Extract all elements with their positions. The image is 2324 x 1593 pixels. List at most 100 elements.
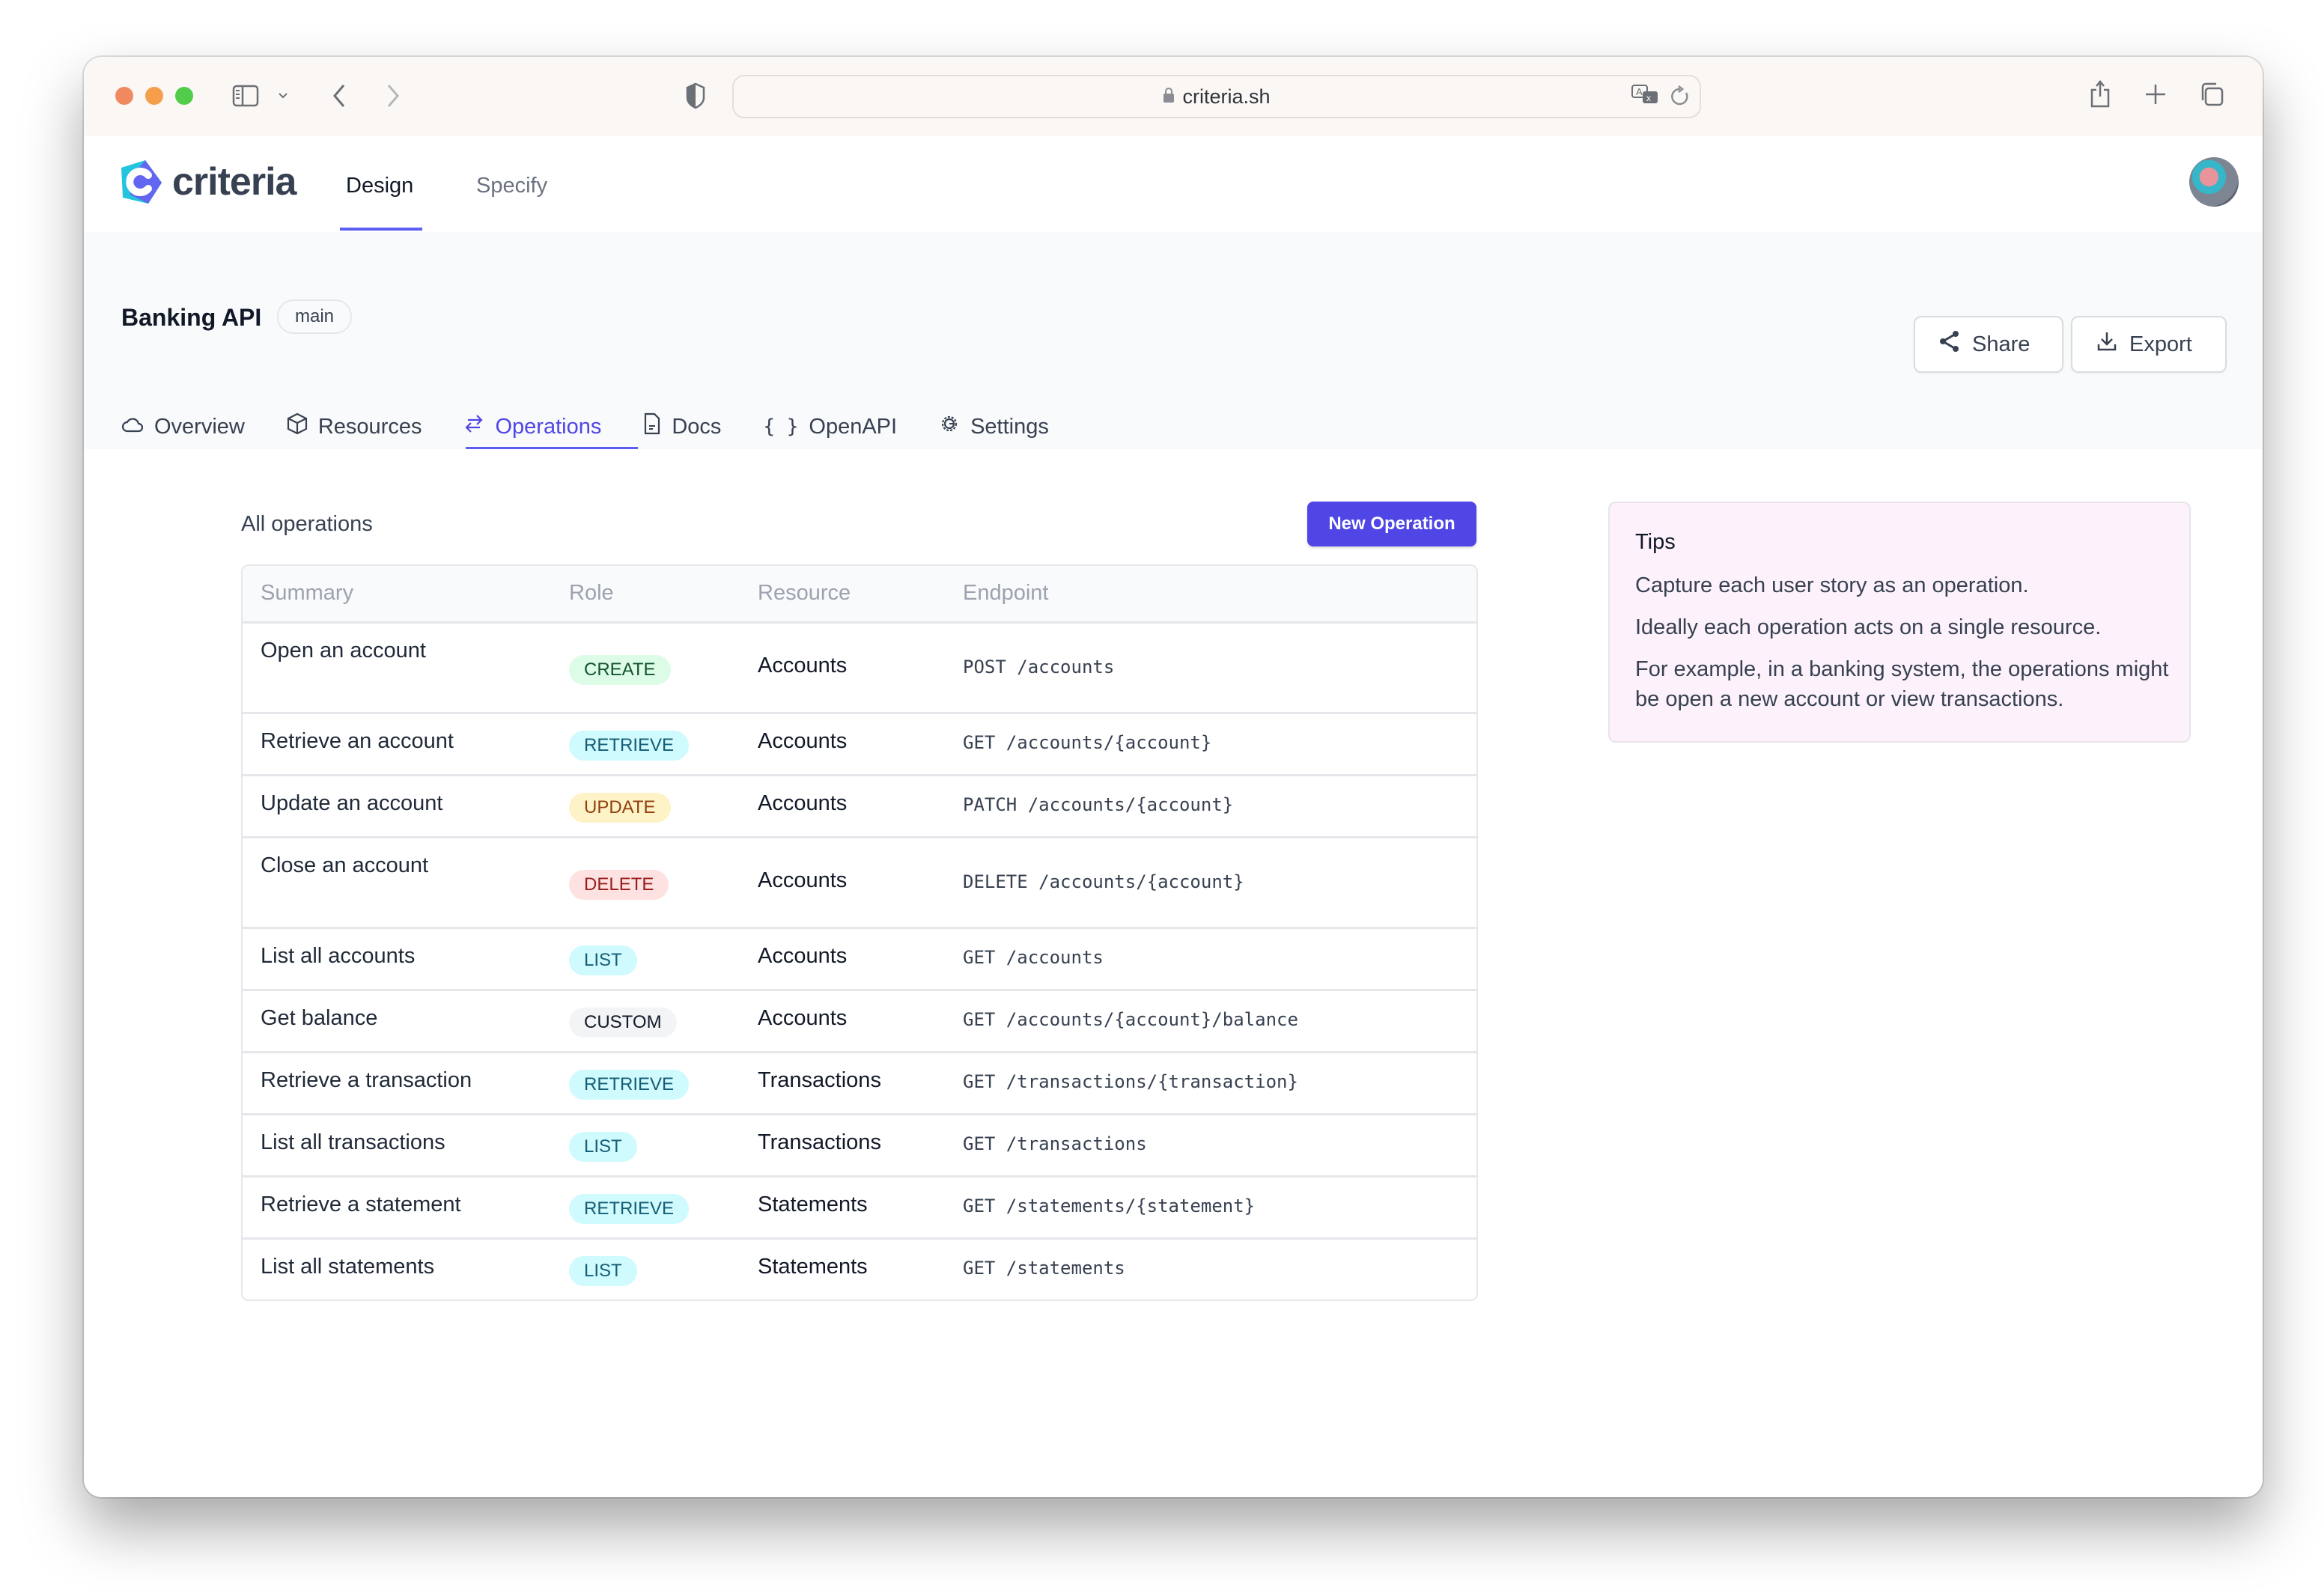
branch-badge[interactable]: main	[277, 299, 353, 334]
address-bar[interactable]: criteria.sh Ax	[732, 75, 1701, 118]
column-header-resource[interactable]: Resource	[758, 581, 851, 606]
gear-icon	[939, 413, 960, 440]
role-badge: DELETE	[569, 870, 669, 900]
operation-summary: List all accounts	[261, 944, 416, 968]
operation-summary: Open an account	[261, 639, 426, 663]
role-cell: UPDATE	[569, 793, 671, 823]
arrows-exchange-icon	[463, 413, 484, 440]
resource-name: Accounts	[758, 791, 848, 815]
role-badge: CREATE	[569, 655, 671, 685]
criteria-logo[interactable]: criteria	[115, 157, 296, 207]
endpoint-path: GET /transactions	[963, 1133, 1147, 1154]
tab-operations[interactable]: Operations	[463, 404, 601, 449]
table-row[interactable]: Retrieve an account RETRIEVE Accounts GET /…	[243, 714, 1476, 776]
back-icon[interactable]	[328, 79, 350, 112]
resource-name: Accounts	[758, 944, 848, 968]
role-cell: LIST	[569, 1256, 637, 1286]
tip-paragraph: For example, in a banking system, the op…	[1635, 657, 2169, 711]
endpoint-path: GET /statements/{statement}	[963, 1195, 1256, 1216]
share-button[interactable]: Share	[1914, 316, 2063, 373]
operation-summary: Get balance	[261, 1006, 378, 1030]
table-row[interactable]: Update an account UPDATE Accounts PATCH /ac…	[243, 776, 1476, 838]
tab-resources[interactable]: Resources	[287, 404, 422, 449]
nav-tab-design[interactable]: Design	[346, 174, 413, 198]
minimize-window-button[interactable]	[145, 87, 163, 105]
table-row[interactable]: Open an account CREATE Accounts POST /accou…	[243, 624, 1476, 714]
project-header: Banking API main Share Export Overview R…	[84, 232, 2263, 451]
tip-paragraph: Ideally each operation acts on a single …	[1635, 615, 2102, 639]
tab-overview[interactable]: Overview	[121, 404, 245, 449]
operation-summary: Update an account	[261, 791, 443, 815]
active-nav-indicator	[340, 228, 422, 231]
cube-icon	[287, 412, 308, 441]
braces-icon: { }	[763, 415, 799, 438]
user-avatar[interactable]	[2189, 157, 2239, 207]
role-badge: LIST	[569, 1132, 637, 1162]
column-header-role[interactable]: Role	[569, 581, 614, 606]
project-title: Banking API	[121, 304, 262, 331]
role-cell: RETRIEVE	[569, 1070, 690, 1100]
endpoint-path: GET /transactions/{transaction}	[963, 1071, 1298, 1092]
tabs-icon[interactable]	[2197, 78, 2227, 111]
role-badge: LIST	[569, 1256, 637, 1286]
table-row[interactable]: Retrieve a transaction RETRIEVE Transactio…	[243, 1053, 1476, 1115]
operation-summary: List all statements	[261, 1255, 435, 1279]
column-header-endpoint[interactable]: Endpoint	[963, 581, 1049, 606]
operations-table: Summary Role Resource Endpoint Open an a…	[241, 564, 1478, 1301]
tips-panel: Tips Capture each user story as an opera…	[1608, 502, 2191, 743]
sidebar-icon[interactable]	[231, 81, 261, 111]
close-window-button[interactable]	[115, 87, 133, 105]
browser-toolbar: criteria.sh Ax	[84, 57, 2263, 138]
operation-summary: List all transactions	[261, 1130, 445, 1154]
translate-icon[interactable]: Ax	[1631, 84, 1661, 115]
url-text: criteria.sh	[1182, 85, 1271, 108]
column-header-summary[interactable]: Summary	[261, 581, 353, 606]
resource-name: Accounts	[758, 1006, 848, 1030]
svg-text:x: x	[1646, 93, 1651, 103]
criteria-logo-icon	[121, 160, 162, 204]
cloud-icon	[121, 415, 144, 439]
role-cell: DELETE	[569, 870, 669, 900]
role-cell: LIST	[569, 1132, 637, 1162]
role-badge: UPDATE	[569, 793, 671, 823]
table-row[interactable]: Close an account DELETE Accounts DELETE /ac…	[243, 838, 1476, 929]
table-row[interactable]: List all transactions LIST Transactions GET…	[243, 1115, 1476, 1178]
share-icon[interactable]	[2087, 76, 2113, 111]
resource-name: Accounts	[758, 729, 848, 753]
tab-openapi[interactable]: { } OpenAPI	[763, 404, 897, 449]
logo-text: criteria	[172, 160, 296, 204]
endpoint-path: GET /accounts/{account}	[963, 732, 1212, 753]
new-tab-icon[interactable]	[2143, 79, 2168, 109]
operation-summary: Close an account	[261, 853, 429, 877]
resource-name: Transactions	[758, 1130, 881, 1154]
reload-icon[interactable]	[1670, 85, 1691, 113]
share-label: Share	[1972, 332, 2031, 356]
table-row[interactable]: Get balance CUSTOM Accounts GET /accounts/{…	[243, 991, 1476, 1053]
new-operation-button[interactable]: New Operation	[1307, 502, 1476, 546]
role-cell: CUSTOM	[569, 1008, 677, 1038]
table-row[interactable]: List all statements LIST Statements GET /st…	[243, 1240, 1476, 1300]
role-cell: RETRIEVE	[569, 731, 690, 761]
tab-label: Docs	[672, 414, 722, 439]
endpoint-path: GET /accounts/{account}/balance	[963, 1009, 1298, 1030]
tab-label: Overview	[154, 414, 245, 439]
table-row[interactable]: List all accounts LIST Accounts GET /accoun…	[243, 929, 1476, 991]
role-badge: LIST	[569, 945, 637, 975]
nav-tab-specify[interactable]: Specify	[476, 174, 547, 198]
export-label: Export	[2129, 332, 2192, 356]
chevron-down-icon[interactable]	[276, 87, 290, 105]
resource-name: Statements	[758, 1193, 868, 1216]
export-button[interactable]: Export	[2071, 316, 2227, 373]
tab-settings[interactable]: Settings	[939, 404, 1049, 449]
table-body: Open an account CREATE Accounts POST /accou…	[243, 624, 1476, 1300]
role-badge: RETRIEVE	[569, 1070, 690, 1100]
maximize-window-button[interactable]	[175, 87, 193, 105]
shield-icon[interactable]	[683, 79, 708, 112]
forward-icon[interactable]	[382, 79, 404, 112]
operation-summary: Retrieve a transaction	[261, 1068, 472, 1092]
role-cell: LIST	[569, 945, 637, 975]
resource-name: Transactions	[758, 1068, 881, 1092]
tab-docs[interactable]: Docs	[643, 404, 721, 449]
endpoint-path: GET /accounts	[963, 947, 1104, 968]
table-row[interactable]: Retrieve a statement RETRIEVE Statements GE…	[243, 1178, 1476, 1240]
